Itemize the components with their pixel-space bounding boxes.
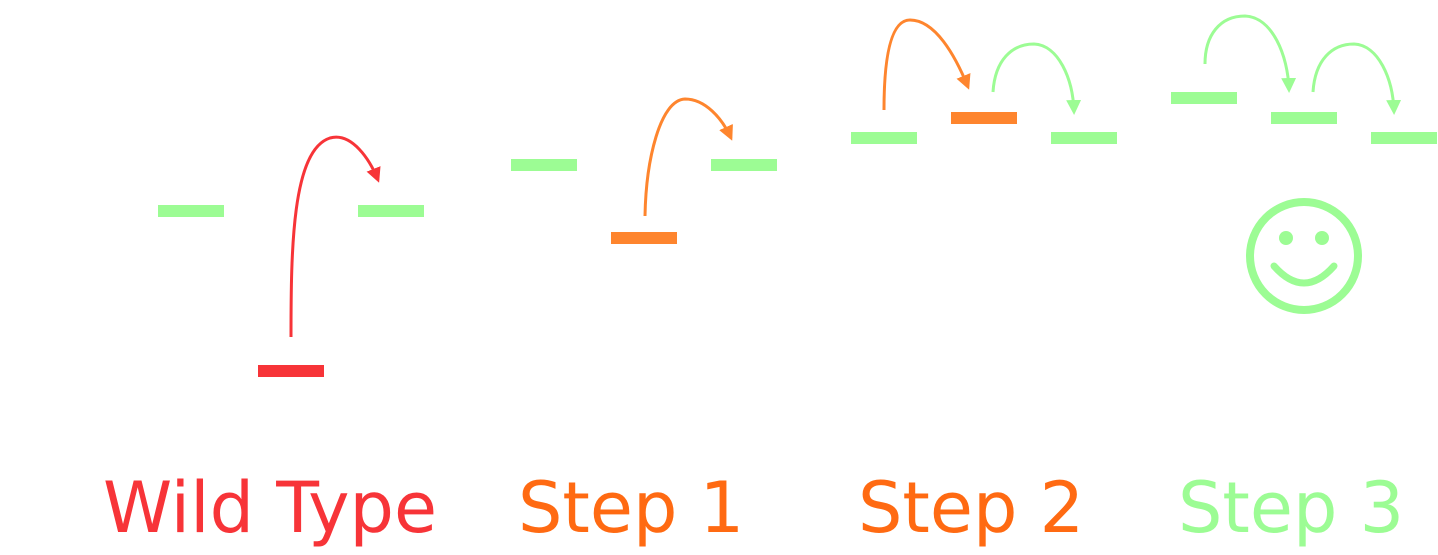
level-bar-mid: [1271, 112, 1337, 124]
transition-arrow-1: [882, 18, 971, 111]
level-bar-right: [358, 205, 424, 217]
level-bar-left: [158, 205, 224, 217]
stage-wild-type: [158, 135, 424, 377]
level-bar-right: [1371, 132, 1437, 144]
level-bar-mid: [611, 232, 677, 244]
level-bar-left: [851, 132, 917, 144]
transition-arrow: [289, 135, 381, 338]
stage-label-wild-type: Wild Type: [103, 467, 438, 549]
transition-arrow-2: [991, 42, 1082, 115]
stage-step-3: [1171, 14, 1437, 314]
transition-arrow: [643, 97, 733, 217]
stage-step-2: [851, 18, 1117, 144]
level-bar-right: [711, 159, 777, 171]
transition-arrow-2: [1311, 42, 1402, 115]
stage-label-step-3: Step 3: [1178, 467, 1405, 549]
level-bar-left: [511, 159, 577, 171]
level-bar-mid: [951, 112, 1017, 124]
level-bar-right: [1051, 132, 1117, 144]
stage-label-step-1: Step 1: [518, 467, 745, 549]
stage-label-step-2: Step 2: [858, 467, 1085, 549]
smiley-face-icon: [1246, 198, 1362, 314]
level-bar-left: [1171, 92, 1237, 104]
stage-step-1: [511, 97, 777, 244]
level-bar-low: [258, 365, 324, 377]
transition-arrow-1: [1203, 14, 1297, 93]
